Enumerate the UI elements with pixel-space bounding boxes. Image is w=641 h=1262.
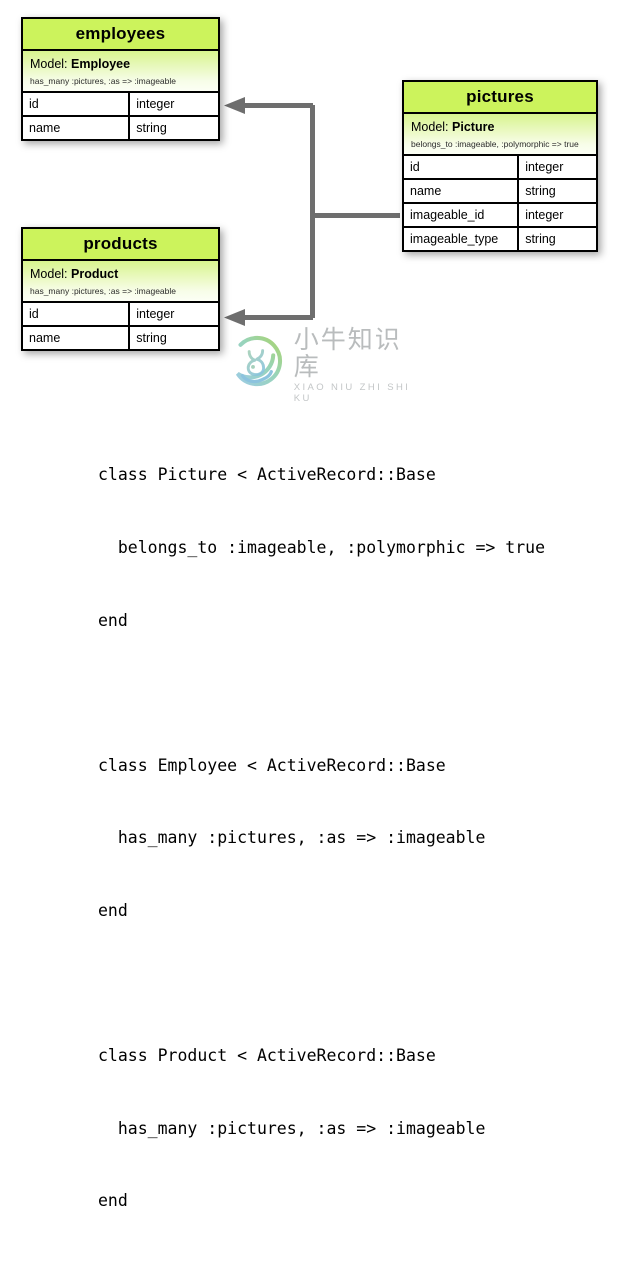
er-table-pictures[interactable]: pictures Model: Picture belongs_to :imag…	[402, 80, 598, 252]
code-line: has_many :pictures, :as => :imageable	[98, 828, 486, 848]
column-type: string	[136, 120, 167, 135]
er-table-products[interactable]: products Model: Product has_many :pictur…	[21, 227, 220, 351]
er-model-line: Model: Employee	[30, 57, 211, 73]
er-model-band: Model: Picture belongs_to :imageable, :p…	[402, 114, 598, 156]
column-name: id	[23, 92, 131, 115]
column-name: name	[23, 326, 131, 349]
ruby-code-block: class Picture < ActiveRecord::Base belon…	[98, 415, 598, 1262]
column-name: imageable_id	[404, 203, 520, 226]
table-row[interactable]: name string	[21, 116, 220, 141]
er-table-title: employees	[21, 17, 220, 51]
bull-logo-icon	[235, 335, 283, 387]
column-type: integer	[525, 159, 564, 174]
er-table-employees[interactable]: employees Model: Employee has_many :pict…	[21, 17, 220, 141]
er-model-association: belongs_to :imageable, :polymorphic => t…	[411, 138, 579, 149]
code-line: class Employee < ActiveRecord::Base	[98, 755, 446, 775]
column-name: name	[23, 116, 131, 139]
watermark-text: 小牛知识库 XIAO NIU ZHI SHI KU	[294, 325, 428, 404]
er-model-label: Model:	[30, 267, 68, 281]
code-line: class Product < ActiveRecord::Base	[98, 1046, 436, 1066]
er-model-label: Model:	[30, 57, 68, 71]
table-row[interactable]: id integer	[402, 155, 598, 180]
er-table-title: products	[21, 227, 220, 261]
column-name: name	[404, 179, 520, 202]
column-type: integer	[136, 96, 175, 111]
er-model-name: Employee	[71, 57, 131, 71]
table-row[interactable]: name string	[21, 326, 220, 351]
er-model-association: has_many :pictures, :as => :imageable	[30, 75, 176, 86]
watermark-chinese: 小牛知识库	[293, 325, 402, 381]
er-model-association: has_many :pictures, :as => :imageable	[30, 285, 176, 296]
code-line: class Picture < ActiveRecord::Base	[98, 465, 436, 485]
er-model-label: Model:	[411, 120, 449, 134]
column-type: integer	[525, 207, 564, 222]
column-name: id	[23, 302, 131, 325]
code-line: end	[98, 1191, 128, 1211]
table-row[interactable]: name string	[402, 179, 598, 204]
er-model-line: Model: Picture	[411, 120, 589, 136]
column-name: imageable_type	[404, 227, 520, 250]
column-type: integer	[136, 306, 175, 321]
code-line: end	[98, 901, 128, 921]
code-line: has_many :pictures, :as => :imageable	[98, 1118, 486, 1138]
er-model-line: Model: Product	[30, 267, 211, 283]
er-model-name: Product	[71, 267, 119, 281]
er-model-band: Model: Employee has_many :pictures, :as …	[21, 51, 220, 93]
column-type: string	[525, 231, 556, 246]
table-row[interactable]: id integer	[21, 92, 220, 117]
diagram-canvas: employees Model: Employee has_many :pict…	[0, 0, 641, 1210]
arrowhead-products-icon	[224, 309, 245, 326]
arrowhead-employees-icon	[224, 97, 245, 114]
watermark-pinyin: XIAO NIU ZHI SHI KU	[293, 381, 411, 405]
table-row[interactable]: id integer	[21, 302, 220, 327]
er-model-name: Picture	[452, 120, 495, 134]
er-table-title: pictures	[402, 80, 598, 114]
column-name: id	[404, 155, 520, 178]
code-line: end	[98, 610, 128, 630]
column-type: string	[136, 330, 167, 345]
table-row[interactable]: imageable_id integer	[402, 203, 598, 228]
table-row[interactable]: imageable_type string	[402, 227, 598, 252]
column-type: string	[525, 183, 556, 198]
watermark: 小牛知识库 XIAO NIU ZHI SHI KU	[228, 327, 428, 404]
code-line: belongs_to :imageable, :polymorphic => t…	[98, 538, 546, 558]
er-model-band: Model: Product has_many :pictures, :as =…	[21, 261, 220, 303]
